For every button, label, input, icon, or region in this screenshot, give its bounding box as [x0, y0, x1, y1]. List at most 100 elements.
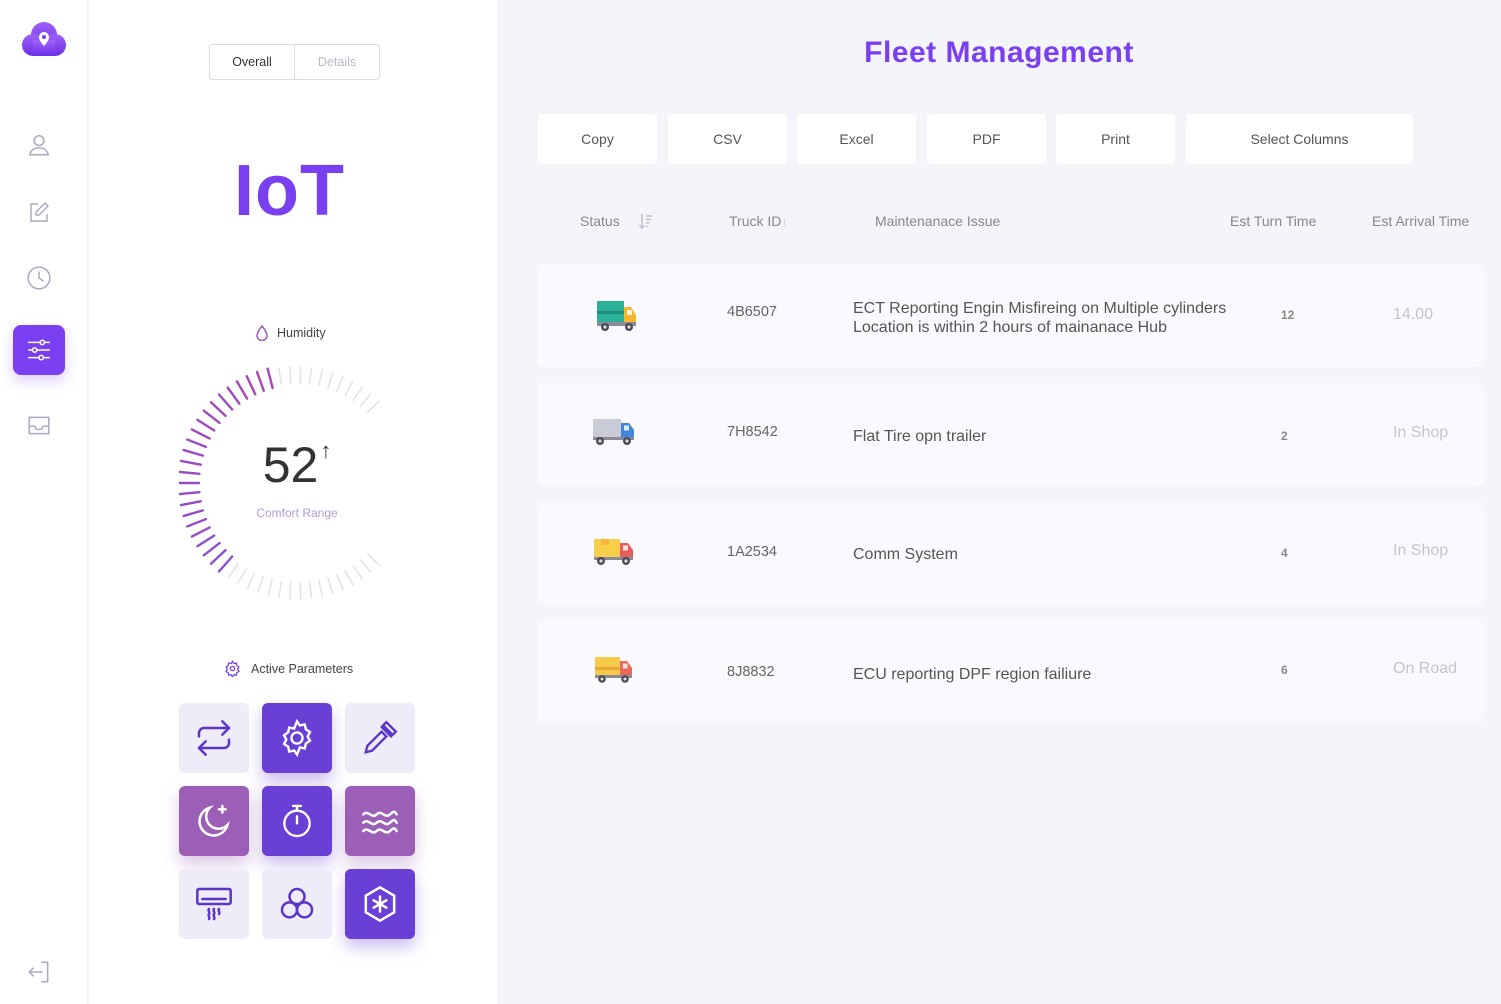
logout-button[interactable]	[13, 947, 65, 997]
column-header-arrival-time[interactable]: Est Arrival Time	[1372, 213, 1469, 229]
gauge-tick	[352, 386, 364, 402]
arrow-up-icon: ↑	[320, 438, 332, 463]
gauge-tick	[266, 367, 274, 390]
gauge-tick	[299, 366, 302, 384]
gauge-tick	[256, 576, 264, 593]
maintenance-issue: Flat Tire opn trailer	[853, 427, 986, 446]
param-air-conditioner-button[interactable]	[179, 869, 249, 939]
gauge-tick	[179, 500, 202, 507]
param-timer-button[interactable]	[262, 786, 332, 856]
param-night-mode-button[interactable]	[179, 786, 249, 856]
inbox-nav-button[interactable]	[13, 400, 65, 450]
est-arrival-time: In Shop	[1393, 424, 1449, 441]
table-row[interactable]: 4B6507 ECT Reporting Engin Misfireing on…	[537, 264, 1484, 367]
waves-icon	[362, 810, 398, 834]
param-repeat-button[interactable]	[179, 703, 249, 773]
pdf-button[interactable]: PDF	[927, 114, 1046, 164]
gauge-tick	[190, 526, 211, 538]
truck-green-icon	[597, 301, 636, 331]
gauge-tick	[318, 368, 324, 387]
truck-id: 4B6507	[727, 304, 777, 320]
gauge-tick	[217, 393, 234, 411]
gauge-tick	[359, 559, 372, 574]
parameter-grid	[179, 703, 415, 939]
print-button[interactable]: Print	[1056, 114, 1175, 164]
gauge-tick	[196, 534, 216, 548]
settings-nav-button[interactable]	[13, 325, 65, 375]
truck-blue-icon	[593, 419, 634, 445]
gauge-tick	[186, 517, 208, 528]
gauge-tick	[344, 380, 354, 397]
gauge-tick	[335, 573, 344, 591]
maintenance-issue: Comm System	[853, 545, 958, 564]
truck-id: 8J8832	[727, 664, 775, 680]
param-pipette-button[interactable]	[345, 703, 415, 773]
est-turn-time: 6	[1281, 663, 1288, 677]
gauge-tick	[209, 401, 227, 418]
panel-title: IoT	[234, 151, 345, 231]
gauge-tick	[278, 580, 283, 599]
column-header-truck-id[interactable]: Truck ID↑	[729, 213, 787, 229]
gauge-tick	[245, 375, 257, 396]
table-row[interactable]: 1A2534 Comm System 4 In Shop	[537, 501, 1484, 604]
copy-button[interactable]: Copy	[538, 114, 657, 164]
table-row[interactable]: 7H8542 Flat Tire opn trailer 2 In Shop	[537, 383, 1484, 486]
issue-line: ECU reporting DPF region failiure	[853, 666, 1092, 683]
user-icon	[28, 135, 50, 156]
select-columns-button[interactable]: Select Columns	[1186, 114, 1413, 164]
tab-details[interactable]: Details	[295, 45, 379, 79]
excel-button[interactable]: Excel	[797, 114, 916, 164]
maintenance-issue: ECT Reporting Engin Misfireing on Multip…	[853, 299, 1226, 337]
table-row[interactable]: 8J8832 ECU reporting DPF region failiure…	[537, 620, 1484, 722]
truck-id-header-label: Truck ID	[729, 213, 782, 229]
humidity-value: 52↑	[179, 438, 415, 491]
humidity-label: Humidity	[277, 326, 326, 340]
air-conditioner-icon	[196, 887, 232, 921]
truck-id: 1A2534	[727, 544, 777, 560]
gauge-tick	[344, 569, 354, 586]
gauge-tick	[209, 548, 227, 565]
gauge-tick	[308, 367, 313, 385]
truck-yellow-icon	[594, 539, 633, 565]
snowflake-icon	[364, 885, 396, 923]
logout-icon	[28, 961, 49, 983]
gauge-tick	[288, 582, 292, 600]
gauge-tick	[246, 572, 256, 589]
gauge-tick	[228, 563, 240, 578]
param-settings-button[interactable]	[262, 703, 332, 773]
gauge-tick	[327, 577, 334, 595]
iot-panel: Overall Details IoT Humidity 52↑ Comfort…	[89, 0, 497, 1004]
param-waves-button[interactable]	[345, 786, 415, 856]
est-turn-time: 2	[1281, 429, 1288, 443]
issue-line: Comm System	[853, 546, 958, 563]
gauge-tick	[288, 366, 292, 384]
column-header-issue[interactable]: Maintenanace Issue	[875, 213, 1000, 229]
gauge-tick	[308, 581, 313, 599]
sort-descending-icon[interactable]	[639, 213, 653, 230]
gauge-tick	[278, 367, 283, 386]
param-fan-button[interactable]	[262, 869, 332, 939]
edit-nav-button[interactable]	[13, 188, 65, 238]
comfort-range-label: Comfort Range	[256, 506, 338, 520]
view-toggle: Overall Details	[209, 44, 380, 80]
gauge-tick	[359, 392, 372, 407]
column-header-turn-time[interactable]: Est Turn Time	[1230, 213, 1316, 229]
history-nav-button[interactable]	[13, 253, 65, 303]
est-turn-time: 12	[1281, 308, 1295, 322]
column-header-status[interactable]: Status	[580, 213, 620, 229]
est-arrival-time: 14.00	[1393, 306, 1434, 323]
tab-overall[interactable]: Overall	[210, 45, 295, 79]
gauge-tick	[196, 418, 216, 432]
gauge-tick	[335, 375, 344, 393]
cloud-pin-logo-icon[interactable]	[21, 20, 67, 60]
settings-icon	[282, 719, 312, 757]
csv-button[interactable]: CSV	[668, 114, 787, 164]
sliders-icon	[28, 339, 50, 361]
gauge-tick	[217, 555, 234, 573]
issue-line: Flat Tire opn trailer	[853, 428, 987, 445]
est-turn-time: 4	[1281, 546, 1288, 560]
profile-nav-button[interactable]	[13, 120, 65, 170]
param-freeze-button[interactable]	[345, 869, 415, 939]
issue-line: ECT Reporting Engin Misfireing on Multip…	[853, 300, 1227, 317]
icon-sidebar	[0, 0, 88, 1004]
